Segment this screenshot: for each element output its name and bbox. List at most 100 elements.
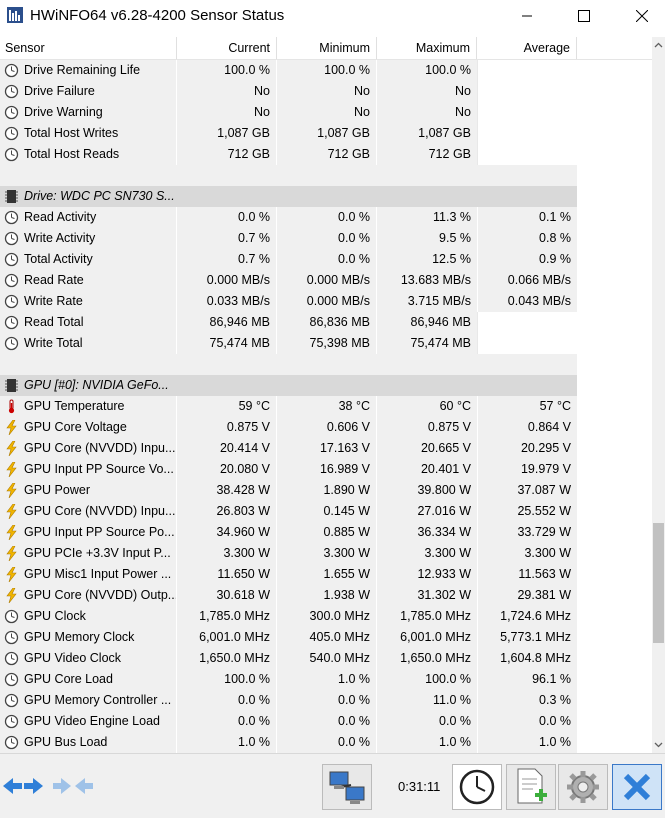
reset-timer-button[interactable] [452, 764, 502, 810]
current-value: 86,946 MB [177, 312, 277, 333]
sensor-row[interactable]: GPU Memory Controller ... 0.0 % 0.0 % 11.0 … [0, 690, 577, 711]
close-x-icon [623, 773, 651, 801]
scroll-up-icon[interactable] [654, 41, 663, 50]
sensor-row[interactable]: GPU Core (NVVDD) Inpu... 26.803 W 0.145 W2… [0, 501, 577, 522]
sensor-row[interactable]: Write Activity 0.7 % 0.0 % 9.5 % 0.8 % [0, 228, 577, 249]
minimum-value: 100.0 % [277, 60, 377, 81]
column-header-maximum[interactable]: Maximum [377, 37, 477, 59]
sensor-name: Write Activity [24, 231, 96, 245]
minimum-value: No [277, 102, 377, 123]
column-header-sensor[interactable]: Sensor [0, 37, 177, 59]
current-value: 59 °C [177, 396, 277, 417]
sensor-row[interactable]: GPU PCIe +3.3V Input P... 3.300 W 3.300 W3… [0, 543, 577, 564]
sensor-row[interactable]: Drive Remaining Life 100.0 % 100.0 % 100.0 … [0, 60, 577, 81]
minimum-value: 0.0 % [277, 228, 377, 249]
sensor-name: GPU Power [24, 483, 90, 497]
average-value [477, 123, 577, 144]
clock-icon [4, 273, 19, 288]
maximum-value: 100.0 % [377, 669, 477, 690]
sensor-row[interactable]: GPU Clock 1,785.0 MHz 300.0 MHz 1,785.0 MHz… [0, 606, 577, 627]
minimum-value: No [277, 81, 377, 102]
lightning-icon [4, 461, 19, 478]
maximum-value: 0.875 V [377, 417, 477, 438]
average-value: 37.087 W [477, 480, 577, 501]
network-button[interactable] [322, 764, 372, 810]
clock-icon [4, 714, 19, 729]
sensor-row[interactable]: GPU Core Load 100.0 % 1.0 % 100.0 % 96.1 % [0, 669, 577, 690]
sensor-row[interactable]: Write Total 75,474 MB 75,398 MB 75,474 MB [0, 333, 577, 354]
sensor-row[interactable]: GPU Memory Clock 6,001.0 MHz 405.0 MHz 6,00… [0, 627, 577, 648]
sensor-row[interactable]: GPU Core (NVVDD) Inpu... 20.414 V 17.163 V… [0, 438, 577, 459]
sensor-name: GPU Core (NVVDD) Inpu... [24, 504, 176, 518]
minimum-value: 0.0 % [277, 249, 377, 270]
maximum-value: 9.5 % [377, 228, 477, 249]
sensor-row[interactable]: GPU Core (NVVDD) Outp... 30.618 W 1.938 W3… [0, 585, 577, 606]
sensor-group-row[interactable]: Drive: WDC PC SN730 S... [0, 186, 577, 207]
lightning-icon [4, 482, 19, 499]
sensor-row[interactable]: Total Host Reads 712 GB 712 GB 712 GB [0, 144, 577, 165]
minimum-value: 0.0 % [277, 207, 377, 228]
clock-icon [4, 63, 19, 78]
sensor-row[interactable]: Drive Failure No No No [0, 81, 577, 102]
maximum-value: 6,001.0 MHz [377, 627, 477, 648]
sensor-row[interactable]: Drive Warning No No No [0, 102, 577, 123]
scrollbar-thumb[interactable] [653, 523, 664, 643]
current-value: 1,785.0 MHz [177, 606, 277, 627]
sensor-row[interactable]: GPU Misc1 Input Power ... 11.650 W 1.655 W… [0, 564, 577, 585]
average-value [477, 81, 577, 102]
minimize-button[interactable] [504, 0, 550, 32]
average-value [477, 144, 577, 165]
current-value: 6,001.0 MHz [177, 627, 277, 648]
sensor-row[interactable]: Read Activity 0.0 % 0.0 % 11.3 % 0.1 % [0, 207, 577, 228]
sensor-row[interactable]: Read Total 86,946 MB 86,836 MB 86,946 MB [0, 312, 577, 333]
sensor-row[interactable]: GPU Input PP Source Vo... 20.080 V 16.989 … [0, 459, 577, 480]
current-value: 30.618 W [177, 585, 277, 606]
clock-icon [4, 231, 19, 246]
sensor-row[interactable]: GPU Power 38.428 W 1.890 W 39.800 W 37.087 W [0, 480, 577, 501]
sensor-name: Write Total [24, 336, 83, 350]
sensor-row[interactable]: GPU Temperature 59 °C 38 °C 60 °C 57 °C [0, 396, 577, 417]
scroll-down-icon[interactable] [654, 740, 663, 749]
sensor-row[interactable]: GPU Bus Load 1.0 % 0.0 % 1.0 % 1.0 % [0, 732, 577, 753]
expand-layout-button[interactable] [2, 764, 44, 808]
lightning-icon [4, 503, 19, 520]
sensor-row[interactable]: GPU Core Voltage 0.875 V 0.606 V 0.875 V 0.8… [0, 417, 577, 438]
column-header-average[interactable]: Average [477, 37, 577, 59]
average-value: 96.1 % [477, 669, 577, 690]
sensor-row[interactable]: GPU Input PP Source Po... 34.960 W 0.885 W… [0, 522, 577, 543]
table-header: Sensor Current Minimum Maximum Average [0, 37, 652, 60]
sensor-name: GPU Input PP Source Po... [24, 525, 175, 539]
clock-icon [4, 315, 19, 330]
sensor-row[interactable]: Write Rate 0.033 MB/s 0.000 MB/s 3.715 MB/s… [0, 291, 577, 312]
minimum-value: 75,398 MB [277, 333, 377, 354]
maximize-button[interactable] [561, 0, 607, 32]
minimum-value: 1.0 % [277, 669, 377, 690]
column-header-current[interactable]: Current [177, 37, 277, 59]
current-value: 20.414 V [177, 438, 277, 459]
close-window-button[interactable] [619, 0, 665, 32]
lightning-icon [4, 545, 19, 562]
minimum-value: 16.989 V [277, 459, 377, 480]
current-value: 1,087 GB [177, 123, 277, 144]
maximum-value: 39.800 W [377, 480, 477, 501]
sensor-row[interactable]: Total Activity 0.7 % 0.0 % 12.5 % 0.9 % [0, 249, 577, 270]
clock-icon [4, 735, 19, 750]
sensor-row[interactable]: GPU Video Clock 1,650.0 MHz 540.0 MHz 1,650… [0, 648, 577, 669]
average-value [477, 60, 577, 81]
sensor-row[interactable]: Total Host Writes 1,087 GB 1,087 GB 1,087 G… [0, 123, 577, 144]
clock-icon [4, 84, 19, 99]
settings-button[interactable] [558, 764, 608, 810]
sensor-row[interactable]: GPU Video Engine Load 0.0 % 0.0 % 0.0 % 0.0 … [0, 711, 577, 732]
maximize-icon [578, 10, 590, 22]
column-header-minimum[interactable]: Minimum [277, 37, 377, 59]
logging-button[interactable] [506, 764, 556, 810]
vertical-scrollbar[interactable] [652, 37, 665, 753]
exit-button[interactable] [612, 764, 662, 810]
sensor-group-row[interactable]: GPU [#0]: NVIDIA GeFo... [0, 375, 577, 396]
minimum-value: 0.0 % [277, 690, 377, 711]
collapse-layout-button[interactable] [52, 764, 94, 808]
sensor-row[interactable]: Read Rate 0.000 MB/s 0.000 MB/s 13.683 MB/s… [0, 270, 577, 291]
maximum-value: 1.0 % [377, 732, 477, 753]
maximum-value: 1,087 GB [377, 123, 477, 144]
current-value: 0.0 % [177, 207, 277, 228]
